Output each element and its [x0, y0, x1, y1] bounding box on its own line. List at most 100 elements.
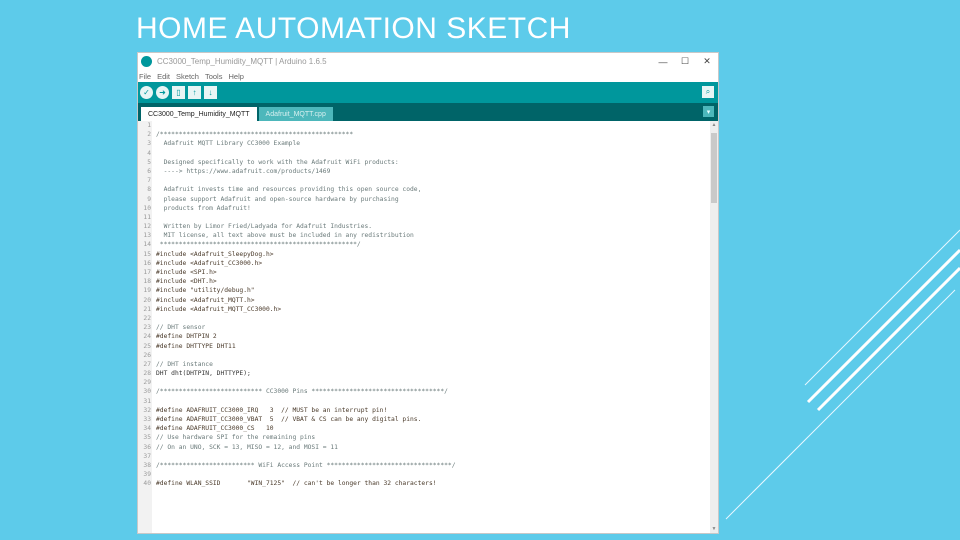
code-line: 4 — [138, 149, 708, 158]
line-number: 12 — [143, 223, 151, 231]
new-sketch-button[interactable]: ▯ — [172, 86, 185, 99]
line-number: 36 — [143, 443, 151, 451]
line-number: 6 — [147, 167, 151, 175]
code-line: 1 — [138, 121, 708, 130]
code-line: 34 #define ADAFRUIT_CC3000_CS 10 — [138, 424, 708, 433]
code-line: 36 // On an UNO, SCK = 13, MISO = 12, and… — [138, 443, 708, 452]
code-line: 10 products from Adafruit! — [138, 204, 708, 213]
arduino-logo-icon — [141, 56, 152, 67]
line-number: 26 — [143, 351, 151, 359]
line-number: 7 — [147, 177, 151, 185]
code-text: products from Adafruit! — [156, 204, 251, 212]
code-text: /***************************************… — [156, 131, 354, 139]
line-number: 39 — [143, 471, 151, 479]
menu-tools[interactable]: Tools — [205, 72, 223, 81]
code-text: Written by Limor Fried/Ladyada for Adafr… — [156, 223, 373, 231]
line-number: 34 — [143, 425, 151, 433]
code-text: #define ADAFRUIT_CC3000_VBAT 5 // VBAT &… — [156, 416, 422, 423]
code-text: #include "utility/debug.h" — [156, 287, 255, 295]
line-number: 40 — [143, 480, 151, 488]
code-text: ****************************************… — [156, 241, 361, 249]
line-number: 13 — [143, 232, 151, 240]
code-line: 25 #define DHTTYPE DHT11 — [138, 342, 708, 351]
code-text: Adafruit invests time and resources prov… — [156, 186, 422, 194]
code-line: 24 #define DHTPIN 2 — [138, 332, 708, 341]
line-number: 3 — [147, 140, 151, 148]
code-line: 21 #include <Adafruit_MQTT_CC3000.h> — [138, 305, 708, 314]
line-number: 31 — [143, 397, 151, 405]
line-number: 21 — [143, 305, 151, 313]
code-line: 11 — [138, 213, 708, 222]
tab-main-sketch[interactable]: CC3000_Temp_Humidity_MQTT — [141, 107, 257, 121]
code-text: #include <Adafruit_SleepyDog.h> — [156, 250, 274, 258]
code-text: /*************************** CC3000 Pins… — [156, 388, 448, 396]
line-number: 32 — [143, 406, 151, 414]
line-number: 25 — [143, 342, 151, 350]
code-line: 17 #include <SPI.h> — [138, 268, 708, 277]
line-number: 23 — [143, 324, 151, 332]
upload-button[interactable]: ➜ — [156, 86, 169, 99]
line-number: 11 — [143, 213, 151, 221]
code-text: ----> https://www.adafruit.com/products/… — [156, 167, 331, 175]
code-line: 39 — [138, 470, 708, 479]
verify-button[interactable]: ✓ — [140, 86, 153, 99]
scroll-down-arrow-icon[interactable]: ▼ — [710, 525, 718, 533]
open-sketch-button[interactable]: ↑ — [188, 86, 201, 99]
line-number: 5 — [147, 158, 151, 166]
line-number: 37 — [143, 452, 151, 460]
code-line: 29 — [138, 378, 708, 387]
line-number: 28 — [143, 370, 151, 378]
line-number: 16 — [143, 259, 151, 267]
code-text: #include <Adafruit_MQTT.h> — [156, 296, 255, 304]
vertical-scrollbar[interactable]: ▲ ▼ — [710, 121, 718, 533]
code-line: 9 please support Adafruit and open-sourc… — [138, 195, 708, 204]
code-text: #define WLAN_SSID "WIN_7125" // can't be… — [156, 480, 437, 488]
code-line: 26 — [138, 351, 708, 360]
code-text: // On an UNO, SCK = 13, MISO = 12, and M… — [156, 443, 338, 451]
minimize-button[interactable]: — — [652, 57, 674, 67]
menu-edit[interactable]: Edit — [157, 72, 170, 81]
line-number: 15 — [143, 250, 151, 258]
save-sketch-button[interactable]: ↓ — [204, 86, 217, 99]
code-text: // Use hardware SPI for the remaining pi… — [156, 434, 316, 442]
window-titlebar: CC3000_Temp_Humidity_MQTT | Arduino 1.6.… — [138, 53, 718, 70]
line-number: 1 — [147, 122, 151, 129]
tab-mqtt-cpp[interactable]: Adafruit_MQTT.cpp — [258, 107, 333, 121]
maximize-button[interactable]: ☐ — [674, 56, 696, 67]
line-number: 4 — [147, 149, 151, 157]
scroll-thumb[interactable] — [711, 133, 717, 203]
code-line: 5 Designed specifically to work with the… — [138, 158, 708, 167]
code-line: 30 /*************************** CC3000 Pi… — [138, 387, 708, 396]
code-text: Adafruit MQTT Library CC3000 Example — [156, 140, 301, 148]
line-number: 17 — [143, 269, 151, 276]
arduino-ide-window: CC3000_Temp_Humidity_MQTT | Arduino 1.6.… — [137, 52, 719, 534]
serial-monitor-button[interactable]: ⌕ — [702, 86, 714, 98]
code-text: #define DHTPIN 2 — [156, 333, 217, 341]
code-line: 35 // Use hardware SPI for the remaining … — [138, 433, 708, 442]
code-line: 31 — [138, 397, 708, 406]
code-line: 13 MIT license, all text above must be i… — [138, 231, 708, 240]
slide-title: HOME AUTOMATION SKETCH — [136, 12, 571, 45]
code-line: 14 *************************************… — [138, 240, 708, 249]
menu-help[interactable]: Help — [228, 72, 243, 81]
close-button[interactable]: ✕ — [696, 56, 718, 67]
tab-menu-button[interactable]: ▾ — [703, 106, 714, 117]
menu-sketch[interactable]: Sketch — [176, 72, 199, 81]
code-line: 15 #include <Adafruit_SleepyDog.h> — [138, 250, 708, 259]
menu-file[interactable]: File — [139, 72, 151, 81]
scroll-up-arrow-icon[interactable]: ▲ — [710, 121, 718, 129]
code-line: 20 #include <Adafruit_MQTT.h> — [138, 296, 708, 305]
code-editor[interactable]: 1 2/*************************************… — [138, 121, 718, 533]
line-number: 18 — [143, 278, 151, 286]
code-text: #define ADAFRUIT_CC3000_CS 10 — [156, 425, 274, 433]
code-line: 22 — [138, 314, 708, 323]
code-text: #include <DHT.h> — [156, 278, 217, 286]
code-line: 33 #define ADAFRUIT_CC3000_VBAT 5 // VBAT… — [138, 415, 708, 424]
code-line: 38 /************************* WiFi Access… — [138, 461, 708, 470]
line-number: 2 — [147, 131, 151, 139]
line-number: 14 — [143, 241, 151, 249]
